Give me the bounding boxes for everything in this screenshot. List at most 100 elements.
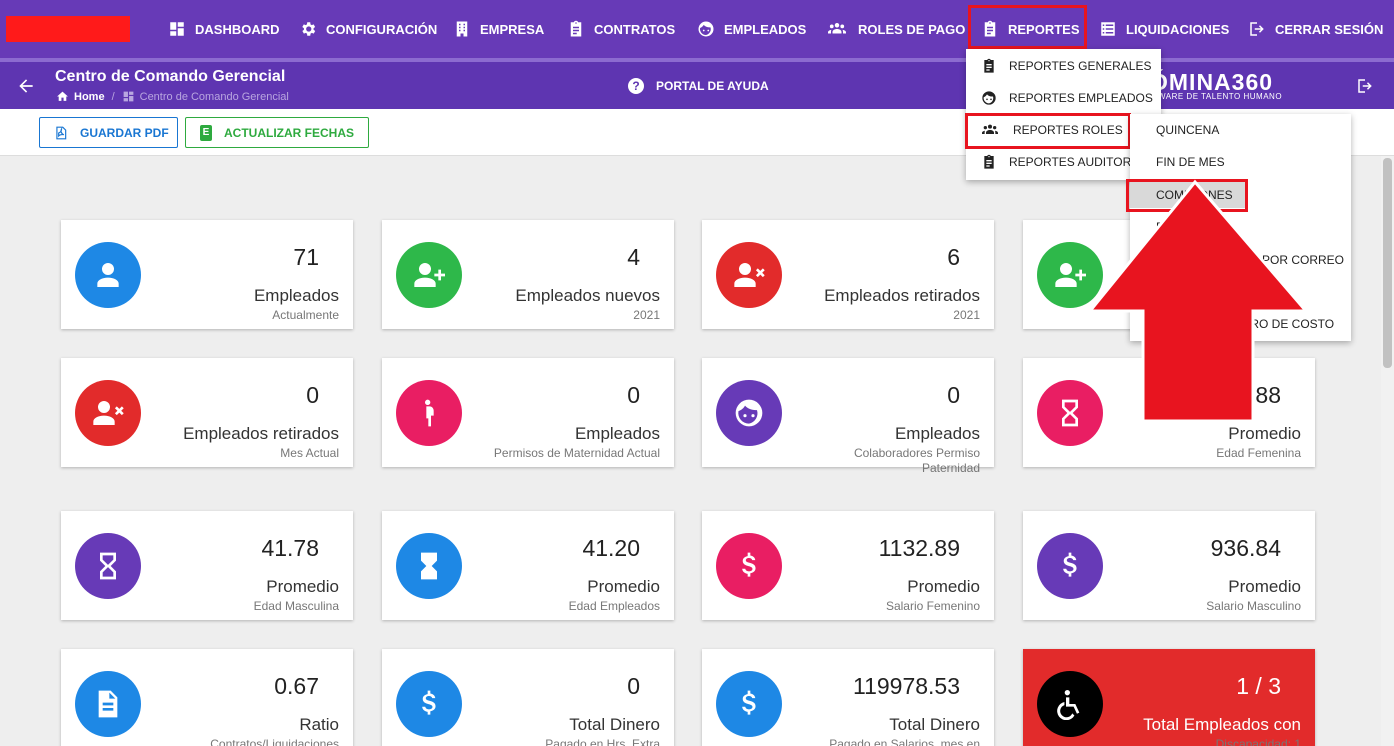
stat-icon-circle	[1037, 671, 1103, 737]
stat-label: Ratio	[299, 715, 339, 734]
dollar-icon	[1054, 550, 1086, 582]
nav-dashboard[interactable]: DASHBOARD	[168, 17, 280, 41]
submenu-fin-de-mes[interactable]: FIN DE MES	[1130, 149, 1351, 175]
stat-label: Promedio	[587, 577, 660, 596]
hourglass-icon	[1054, 397, 1086, 429]
annotation-arrow-icon	[1086, 179, 1310, 423]
nav-label: LIQUIDACIONES	[1126, 21, 1230, 37]
submenu-label: QUINCENA	[1156, 123, 1220, 137]
stat-sublabel: Edad Empleados	[568, 599, 660, 613]
help-portal-link[interactable]: ? PORTAL DE AYUDA	[628, 78, 769, 94]
person-remove-icon	[733, 259, 765, 291]
face-icon	[733, 397, 765, 429]
stat-icon-circle	[75, 533, 141, 599]
stat-label: Total Dinero	[889, 715, 980, 734]
dashboard-icon	[123, 91, 133, 102]
dashboard-icon	[168, 20, 186, 38]
scrollbar-thumb[interactable]	[1383, 158, 1392, 368]
nav-label: CERRAR SESIÓN	[1275, 21, 1384, 37]
nav-empresa[interactable]: EMPRESA	[453, 17, 544, 41]
logout-icon	[1248, 20, 1266, 38]
menu-reportes-empleados[interactable]: REPORTES EMPLEADOS	[966, 85, 1161, 111]
nav-label: EMPRESA	[480, 21, 545, 37]
stat-label: Empleados nuevos	[515, 286, 660, 305]
person-add-icon	[413, 259, 445, 291]
stat-icon-circle	[1037, 533, 1103, 599]
wheelchair-icon	[1054, 688, 1086, 720]
breadcrumb: Home / Centro de Comando Gerencial	[56, 90, 289, 103]
stat-icon-circle	[75, 380, 141, 446]
save-pdf-button[interactable]: GUARDAR PDF	[39, 117, 178, 148]
nav-label: DASHBOARD	[195, 21, 280, 37]
breadcrumb-home[interactable]: Home	[74, 91, 105, 103]
stat-sublabel: Contratos/Liquidaciones	[210, 737, 339, 746]
stat-label: Promedio	[1228, 577, 1301, 596]
submenu-quincena[interactable]: QUINCENA	[1130, 117, 1351, 143]
stat-value: 71	[293, 244, 319, 270]
brand-logo-redacted[interactable]	[6, 16, 130, 42]
building-icon	[453, 20, 471, 38]
face-icon	[981, 90, 997, 106]
stat-icon-circle	[716, 671, 782, 737]
nav-liquidaciones[interactable]: LIQUIDACIONES	[1099, 17, 1229, 41]
stat-label: Empleados	[253, 286, 339, 305]
breadcrumb-separator: /	[111, 90, 115, 103]
stat-sublabel: Edad Masculina	[253, 599, 339, 613]
person-icon	[92, 259, 124, 291]
stat-label: Empleados	[574, 424, 660, 443]
stat-card: 1 / 3 Total Empleados con Discapacidad: 1	[1023, 649, 1315, 746]
logout-icon[interactable]	[1356, 77, 1374, 95]
submenu-label: FIN DE MES	[1156, 155, 1225, 169]
stat-card: 1132.89 Promedio Salario Femenino	[702, 511, 994, 620]
list-icon	[1099, 20, 1117, 38]
stat-icon-circle	[396, 671, 462, 737]
stat-label: Promedio	[907, 577, 980, 596]
stat-sublabel: Discapacidad: 1	[1215, 737, 1301, 746]
stat-sublabel: Colaboradores Permiso Paternidad	[853, 446, 980, 475]
stat-label: Empleados retirados	[183, 424, 339, 443]
stat-label: Promedio	[1228, 424, 1301, 443]
stat-card: 0 Empleados Colaboradores Permiso Paternid…	[702, 358, 994, 475]
stat-label: Empleados retirados	[824, 286, 980, 305]
nav-configuracion[interactable]: CONFIGURACIÓN	[299, 17, 437, 41]
stat-card: 936.84 Promedio Salario Masculino	[1023, 511, 1315, 620]
stat-value: 1132.89	[878, 535, 960, 561]
face-icon	[697, 20, 715, 38]
back-arrow-icon[interactable]	[16, 76, 36, 96]
update-dates-button[interactable]: E ACTUALIZAR FECHAS	[185, 117, 369, 148]
nav-empleados[interactable]: EMPLEADOS	[697, 17, 806, 41]
stat-icon-circle	[396, 242, 462, 308]
stat-value: 936.84	[1210, 535, 1281, 561]
help-icon: ?	[628, 78, 644, 94]
stat-card: 41.78 Promedio Edad Masculina	[61, 511, 353, 620]
stat-label: Promedio	[266, 577, 339, 596]
person-remove-icon	[92, 397, 124, 429]
app-logo: ÓMINA360 WARE DE TALENTO HUMANO	[1150, 70, 1282, 101]
nav-contratos[interactable]: CONTRATOS	[567, 17, 675, 41]
help-label: PORTAL DE AYUDA	[656, 79, 769, 93]
stat-card: 0 Total Dinero Pagado en Hrs. Extra	[382, 649, 674, 746]
nav-label: ROLES DE PAGO	[858, 21, 966, 37]
stat-sublabel: Salario Femenino	[885, 599, 980, 613]
stat-sublabel: Actualmente	[272, 308, 339, 322]
stat-sublabel: Edad Femenina	[1216, 446, 1301, 460]
stat-card: 41.20 Promedio Edad Empleados	[382, 511, 674, 620]
stat-value: 0.67	[274, 673, 319, 699]
dollar-icon	[413, 688, 445, 720]
logo-subtext: WARE DE TALENTO HUMANO	[1158, 92, 1283, 101]
dollar-icon	[733, 688, 765, 720]
stat-value: 41.20	[582, 535, 640, 561]
page-title: Centro de Comando Gerencial	[55, 68, 286, 85]
reportes-roles-highlight	[965, 113, 1131, 149]
menu-reportes-generales[interactable]: REPORTES GENERALES	[966, 53, 1161, 79]
nav-roles-de-pago[interactable]: ROLES DE PAGO	[825, 17, 965, 41]
stat-value: 41.78	[261, 535, 319, 561]
stat-sublabel: Pagado en Hrs. Extra	[545, 737, 660, 746]
hourglass-full-icon	[413, 550, 445, 582]
stat-icon-circle	[716, 242, 782, 308]
gear-icon	[299, 20, 317, 38]
nav-cerrar-sesion[interactable]: CERRAR SESIÓN	[1248, 17, 1383, 41]
stat-card: 6 Empleados retirados 2021	[702, 220, 994, 329]
stat-card: 119978.53 Total Dinero Pagado en Salarios,…	[702, 649, 994, 746]
stat-sublabel: 2021	[953, 308, 980, 322]
